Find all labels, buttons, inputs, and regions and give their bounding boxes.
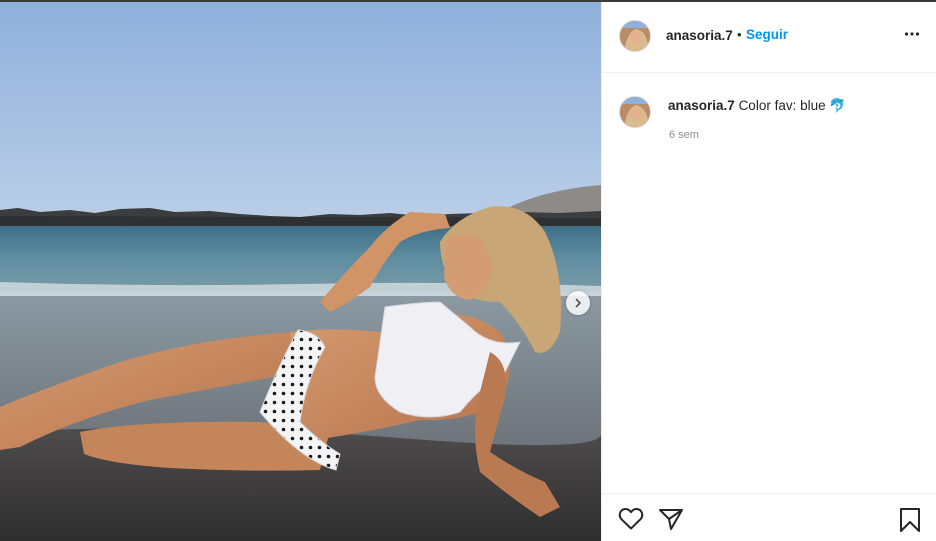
heart-icon[interactable] (618, 507, 644, 531)
post-header: anasoria.7 • Seguir (602, 2, 936, 73)
beach-photo-illustration (0, 2, 601, 541)
profile-picture (620, 21, 650, 51)
caption-avatar[interactable] (619, 96, 651, 128)
caption-text: anasoria.7 Color fav: blue 🐬 (668, 98, 846, 114)
bookmark-icon[interactable] (899, 507, 921, 533)
more-options-icon[interactable] (904, 31, 920, 37)
profile-picture (620, 97, 650, 127)
action-bar (602, 493, 936, 541)
post-time[interactable]: 6 sem (669, 129, 699, 141)
caption-body: Color fav: blue (738, 98, 826, 113)
next-photo-button[interactable] (566, 291, 590, 315)
caption-username[interactable]: anasoria.7 (668, 98, 735, 113)
avatar[interactable] (619, 20, 651, 52)
dolphin-emoji: 🐬 (829, 98, 847, 113)
follow-button[interactable]: Seguir (746, 27, 788, 42)
post-side-panel: anasoria.7 • Seguir anasoria.7 Color fav… (601, 2, 936, 541)
post-photo[interactable] (0, 2, 601, 541)
header-separator: • (737, 27, 742, 42)
header-username[interactable]: anasoria.7 (666, 28, 733, 43)
paper-plane-icon[interactable] (658, 507, 684, 531)
chevron-right-icon (575, 298, 581, 308)
